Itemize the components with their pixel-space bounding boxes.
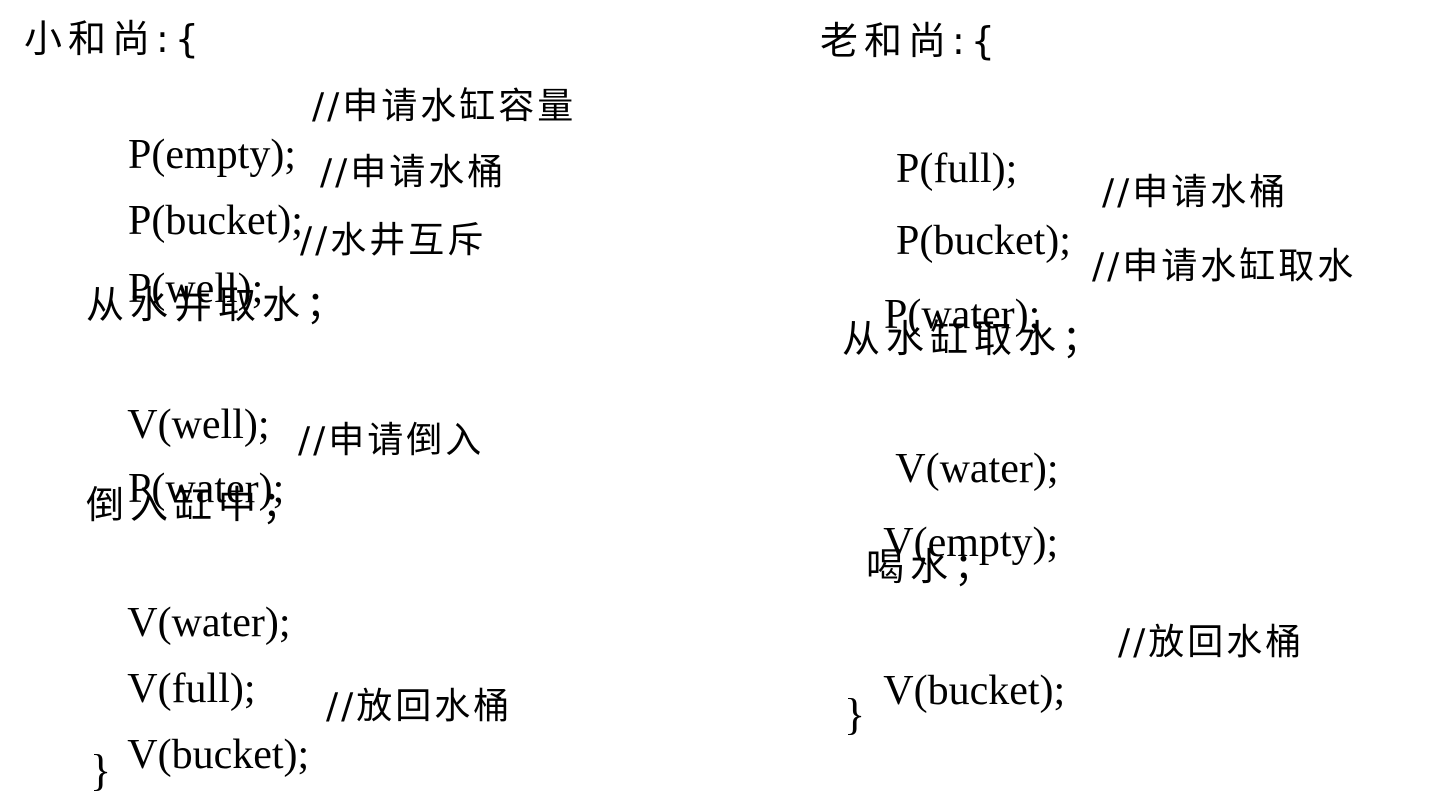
right-line-2: P(bucket); //申请水桶 — [854, 166, 1285, 264]
left-line-3: P(well); //水井互斥 — [86, 214, 483, 312]
left-line-9: V(full); — [86, 614, 255, 712]
left-line-10: V(bucket); //放回水桶 — [86, 680, 509, 778]
right-line-8: V(bucket); //放回水桶 — [842, 616, 1301, 714]
left-line-7: 倒入缸中； — [86, 483, 307, 527]
left-line-10-code: V(bucket); — [127, 732, 310, 778]
right-line-3: P(water); //申请水缸取水 — [842, 240, 1353, 338]
left-line-1: P(empty); //申请水缸容量 — [86, 80, 573, 178]
left-line-1-comment: //申请水缸容量 — [312, 86, 577, 127]
left-line-3-comment: //水井互斥 — [300, 220, 487, 261]
left-line-2-comment: //申请水桶 — [320, 152, 507, 193]
left-line-6: P(water); //申请倒入 — [86, 414, 481, 512]
right-line-3-comment: //申请水缸取水 — [1092, 246, 1357, 287]
left-line-4: 从水井取水； — [86, 283, 351, 327]
right-line-4: 从水缸取水； — [842, 317, 1107, 361]
left-line-5: V(well); — [86, 350, 269, 448]
left-line-2: P(bucket); //申请水桶 — [86, 146, 503, 244]
right-line-1: P(full); — [854, 94, 1017, 192]
left-header: 小和尚:{ — [24, 17, 205, 61]
right-line-8-comment: //放回水桶 — [1118, 622, 1305, 663]
left-line-10-comment: //放回水桶 — [326, 686, 513, 727]
right-line-8-code: V(bucket); — [883, 668, 1066, 714]
left-column-young-monk: 小和尚:{ P(empty); //申请水缸容量 P(bucket); //申请… — [0, 0, 760, 803]
left-line-8: V(water); — [86, 548, 290, 646]
right-line-6: V(empty); — [842, 468, 1058, 566]
right-line-2-comment: //申请水桶 — [1102, 172, 1289, 213]
right-column-old-monk: 老和尚:{ P(full); P(bucket); //申请水桶 P(water… — [760, 0, 1455, 803]
right-close-brace: } — [844, 690, 866, 739]
left-line-6-comment: //申请倒入 — [298, 420, 485, 461]
right-line-7: 喝水； — [866, 545, 999, 589]
right-line-5: V(water); — [854, 394, 1058, 492]
right-header: 老和尚:{ — [820, 19, 1001, 63]
left-close-brace: } — [90, 746, 112, 795]
